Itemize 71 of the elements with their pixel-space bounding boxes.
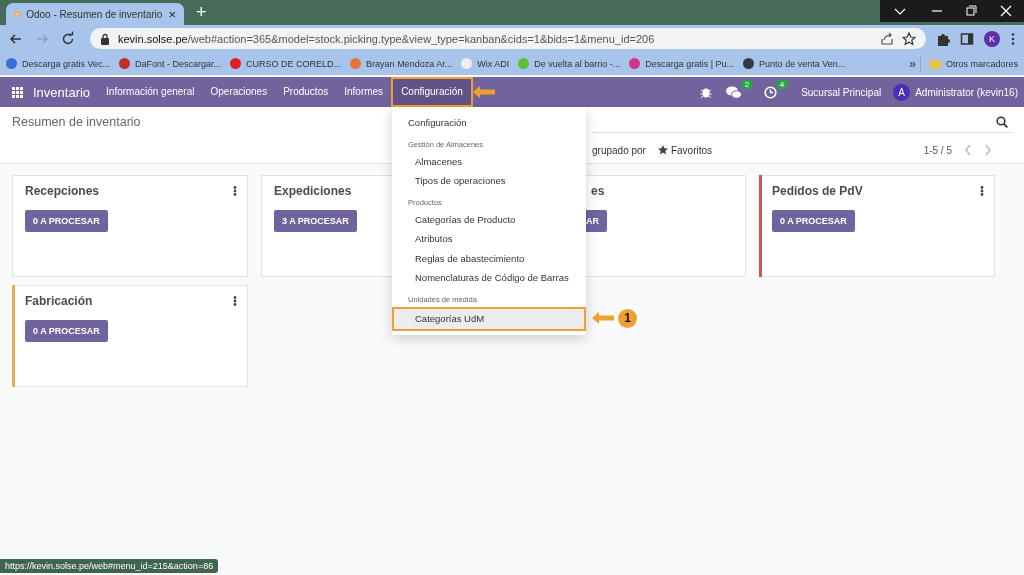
star-icon [657,145,668,155]
count-badge: 2 [741,79,753,89]
process-button[interactable]: 3 A PROCESAR [274,210,357,232]
favorites-button[interactable]: Favoritos [657,144,713,156]
sidebar-icon[interactable] [960,31,974,46]
nav-menu-item[interactable]: Información general [98,77,203,107]
nav-menu-item[interactable]: Configuración [391,77,473,107]
reload-icon[interactable] [60,30,76,47]
menu-item[interactable]: Atributos [392,229,586,249]
kebab-menu-icon[interactable] [233,186,237,196]
pager-value: 1-5 / 5 [923,144,952,156]
bookmark[interactable]: CURSO DE CORELD... [230,58,342,69]
card-title[interactable]: Recepciones [25,184,100,198]
menu-item[interactable]: Tipos de operaciones [392,171,586,191]
company-switcher[interactable]: Sucursal Principal [801,86,882,98]
bookmark[interactable]: Punto de venta Ven... [743,58,846,69]
card-title[interactable]: Expediciones [274,184,352,198]
chat-icon[interactable] [726,85,743,99]
tab-title: Odoo - Resumen de inventario [26,8,163,20]
kebab-menu-icon[interactable] [233,296,237,306]
menu-item[interactable]: Almacenes [392,151,586,171]
arrow-icon [472,86,495,98]
bookmark[interactable]: DaFont - Descargar... [119,58,222,69]
card-title[interactable]: Fabricación [25,294,93,308]
more-bookmarks-button[interactable]: » [909,56,921,71]
process-button[interactable]: 0 A PROCESAR [772,210,855,232]
breadcrumb: Resumen de inventario [12,115,141,129]
folder-icon [929,58,941,69]
apps-grid-icon[interactable] [12,86,23,98]
app-name[interactable]: Inventario [33,84,91,100]
star-icon[interactable] [902,31,916,46]
other-bookmarks[interactable]: Otros marcadores [929,58,1018,69]
clock-icon[interactable] [764,85,778,99]
bookmark[interactable]: Brayan Mendoza Ar... [350,58,453,69]
kebab-menu-icon[interactable] [980,186,984,196]
kebab-menu-icon[interactable] [1010,31,1016,46]
share-icon[interactable] [880,31,894,46]
bug-icon[interactable] [700,86,713,98]
count-badge: 4 [776,79,788,89]
close-icon[interactable] [988,0,1024,22]
close-tab-button[interactable]: × [168,6,176,22]
nav-menu-item[interactable]: Productos [275,77,337,107]
puzzle-icon[interactable] [936,31,950,46]
step-number-badge: 1 [618,308,637,328]
bookmark[interactable]: Wix ADI [461,58,510,69]
new-tab-button[interactable]: + [196,0,207,25]
address-bar[interactable]: kevin.solse.pe/web#action=365&model=stock.picking.type&view_type=kanban&cids=1&bids=1&menu_id=206 [90,28,926,49]
process-button[interactable]: 0 A PROCESAR [25,210,108,232]
user-avatar[interactable]: A [893,83,911,101]
nav-menu-item[interactable]: Operaciones [202,77,276,107]
arrow-icon [592,312,614,324]
menu-item[interactable]: Categorías de Producto [392,209,586,229]
url-text: kevin.solse.pe/web#action=365&model=stock.picking.type&view_type=kanban&cids=1&bids=1&menu_id=206 [118,32,655,45]
bookmark[interactable]: De vuelta al barrio -... [518,58,621,69]
nav-menu-item[interactable]: Informes [336,77,392,107]
status-url: https://kevin.solse.pe/web#menu_id=215&action=86 [0,559,219,573]
menu-item[interactable]: Nomenclaturas de Código de Barras [392,268,586,288]
card-title[interactable]: Pedidos de PdV [772,184,863,198]
user-menu[interactable]: Administrator (kevin16) [915,86,1018,98]
chevron-down-icon[interactable] [880,0,920,22]
browser-tab[interactable]: Odoo - Resumen de inventario × [6,3,184,25]
search-icon[interactable] [996,115,1008,128]
bookmark[interactable]: Descarga gratis | Pu... [629,58,735,69]
lock-icon [100,32,110,45]
process-button[interactable]: 0 A PROCESAR [25,320,108,342]
group-by-button[interactable]: grupado por [592,144,646,156]
favicon-icon [14,8,21,20]
menu-item[interactable]: Configuración [392,113,586,133]
profile-avatar[interactable]: K [984,30,1000,47]
menu-item[interactable]: Reglas de abastecimiento [392,248,586,268]
bookmark[interactable]: Descarga gratis Vec... [6,58,111,69]
